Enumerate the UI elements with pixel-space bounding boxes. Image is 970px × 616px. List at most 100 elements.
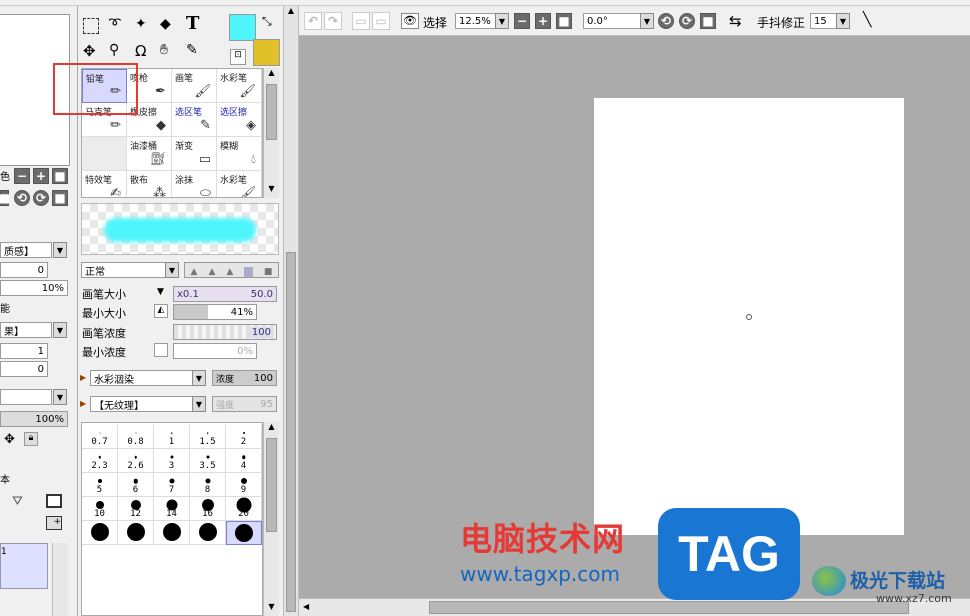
blend-dropdown[interactable]: ▼ [53,389,67,405]
texture-dropdown[interactable]: ▼ [53,242,67,258]
canvas-hscrollbar[interactable]: ◀ [299,598,970,616]
move-tool-icon[interactable]: ✥ [83,42,96,60]
brush-size-3[interactable]: 3 [154,449,190,473]
move-icon[interactable]: ✥ [4,432,15,447]
bleed-select[interactable]: 水彩洇染 [90,370,194,386]
brush-size-7[interactable]: 7 [154,473,190,497]
value-field-4[interactable]: 0 [0,361,48,377]
minus-button[interactable]: − [14,168,30,184]
rotate-tool-icon[interactable]: Ω [135,42,146,60]
brush-density-field[interactable]: 100 [173,324,277,340]
blend-select[interactable] [0,389,52,405]
brush-size-0.7[interactable]: 0.7 [82,425,118,449]
blend-mode-dropdown[interactable]: ▼ [165,262,179,278]
shape-square-icon[interactable]: ■ [244,267,253,277]
stabilizer-dropdown[interactable]: ▼ [836,13,850,29]
plus-button[interactable]: + [33,168,49,184]
scroll-down-icon[interactable]: ▼ [264,184,279,198]
tool-grid-scrollbar[interactable]: ▲ ▼ [263,68,279,198]
tool-15[interactable]: 水彩笔 🖌︎ [217,171,262,197]
tool-7[interactable]: 选区擦 ◈ [217,103,262,137]
brush-size-0.8[interactable]: 0.8 [118,425,154,449]
transparent-color-icon[interactable]: ⊡ [230,49,246,65]
redo-button[interactable]: ↷ [324,12,342,30]
tool-9[interactable]: 油漆桶 ⛽︎ [127,137,172,171]
rotate-reset-button[interactable]: ■ [700,13,716,29]
add-layer-icon[interactable]: + [46,516,62,530]
lock-icon[interactable]: 🔒︎ [24,432,38,446]
brush-size-12[interactable]: 12 [118,497,154,521]
rotation-field[interactable]: 0.0° [583,13,641,29]
rotation-dropdown[interactable]: ▼ [640,13,654,29]
tool-14[interactable]: 涂抹 ⬭ [172,171,217,197]
brush-size-1.5[interactable]: 1.5 [190,425,226,449]
bleed-expand-icon[interactable]: ▶ [80,373,86,382]
invert-select-button[interactable]: ▭ [372,12,390,30]
brush-scroll-thumb[interactable] [266,438,277,532]
brush-size-2.6[interactable]: 2.6 [118,449,154,473]
tool-10[interactable]: 渐变 ▭ [172,137,217,171]
stop-button[interactable]: ■ [0,190,10,206]
texture-select[interactable]: 【无纹理】 [90,396,194,412]
brush-scroll-up-icon[interactable]: ▲ [264,422,279,436]
bleed-dropdown[interactable]: ▼ [192,370,206,386]
zoom-reset-button[interactable]: ■ [556,13,572,29]
swap-colors-icon[interactable]: ⤡ [262,14,272,29]
brush-size-10[interactable]: 10 [82,497,118,521]
brush-size-35[interactable]: 35 [154,521,190,545]
magic-wand-icon[interactable]: ✦ [135,16,147,32]
brush-size-9[interactable]: 9 [226,473,262,497]
layer-item[interactable]: 1 [0,543,48,589]
effect-dropdown[interactable]: ▼ [53,322,67,338]
brush-size-5[interactable]: 5 [82,473,118,497]
eyedropper-icon[interactable]: ✎ [186,42,198,58]
brush-size-6[interactable]: 6 [118,473,154,497]
lasso-icon[interactable]: ➰︎ [109,16,121,32]
shape-soft-icon[interactable]: ▲ [191,267,198,277]
straight-line-icon[interactable]: ╲ [863,12,871,28]
rotate-reset-button[interactable]: ■ [52,190,68,206]
brush-size-20[interactable]: 20 [226,497,262,521]
effect-select[interactable]: 果】 [0,322,52,338]
zoom-in-button[interactable]: + [535,13,551,29]
texture-option-field[interactable]: 强度 95 [212,396,277,412]
rect-select-icon[interactable] [83,18,99,34]
brush-grid-scrollbar[interactable]: ▲ ▼ [263,422,279,616]
deselect-button[interactable]: ▭ [352,12,370,30]
zoom-icon[interactable]: ⚲ [109,42,119,58]
rotate-ccw-button[interactable]: ⟲ [658,13,674,29]
bleed-option-field[interactable]: 浓度 100 [212,370,277,386]
undo-button[interactable]: ↶ [304,12,322,30]
zoom-dropdown[interactable]: ▼ [495,13,509,29]
vector-icon[interactable]: ⛛ [12,494,23,509]
brush-size-1[interactable]: 1 [154,425,190,449]
rotate-right-button[interactable]: ⟳ [33,190,49,206]
brush-size-40[interactable]: 40 [190,521,226,545]
zoom-field[interactable]: 12.5% [455,13,497,29]
new-layer-icon[interactable] [46,494,62,508]
primary-color-swatch[interactable] [229,14,256,41]
tool-11[interactable]: 模糊 💧︎ [217,137,262,171]
value-field-3[interactable]: 1 [0,343,48,359]
brush-size-50[interactable]: 50 [226,521,262,545]
texture-expand-icon[interactable]: ▶ [80,399,86,408]
hscroll-thumb[interactable] [429,601,909,614]
scroll-up-icon[interactable]: ▲ [264,68,279,82]
rotate-cw-button[interactable]: ⟳ [679,13,695,29]
brush-shape-options[interactable]: ▲ ▲ ▲ ■ ■ [184,262,279,278]
layer-scrollbar[interactable] [52,543,68,616]
zoom-out-button[interactable]: − [514,13,530,29]
min-density-field[interactable]: 0% [173,343,257,359]
flip-icon[interactable]: ⇆ [729,12,742,30]
tool-13[interactable]: 散布 ⁂ [127,171,172,197]
brush-scroll-down-icon[interactable]: ▼ [264,602,279,616]
brush-size-30[interactable]: 30 [118,521,154,545]
brush-size-3.5[interactable]: 3.5 [190,449,226,473]
scroll-thumb[interactable] [266,84,277,140]
min-size-field[interactable]: 41% [173,304,257,320]
opacity-field[interactable]: 100% [0,411,68,427]
brush-size-field[interactable]: x0.1 50.0 [173,286,277,302]
brush-size-25[interactable]: 25 [82,521,118,545]
eye-icon[interactable]: 👁︎ [401,13,419,29]
texture-dropdown[interactable]: ▼ [192,396,206,412]
